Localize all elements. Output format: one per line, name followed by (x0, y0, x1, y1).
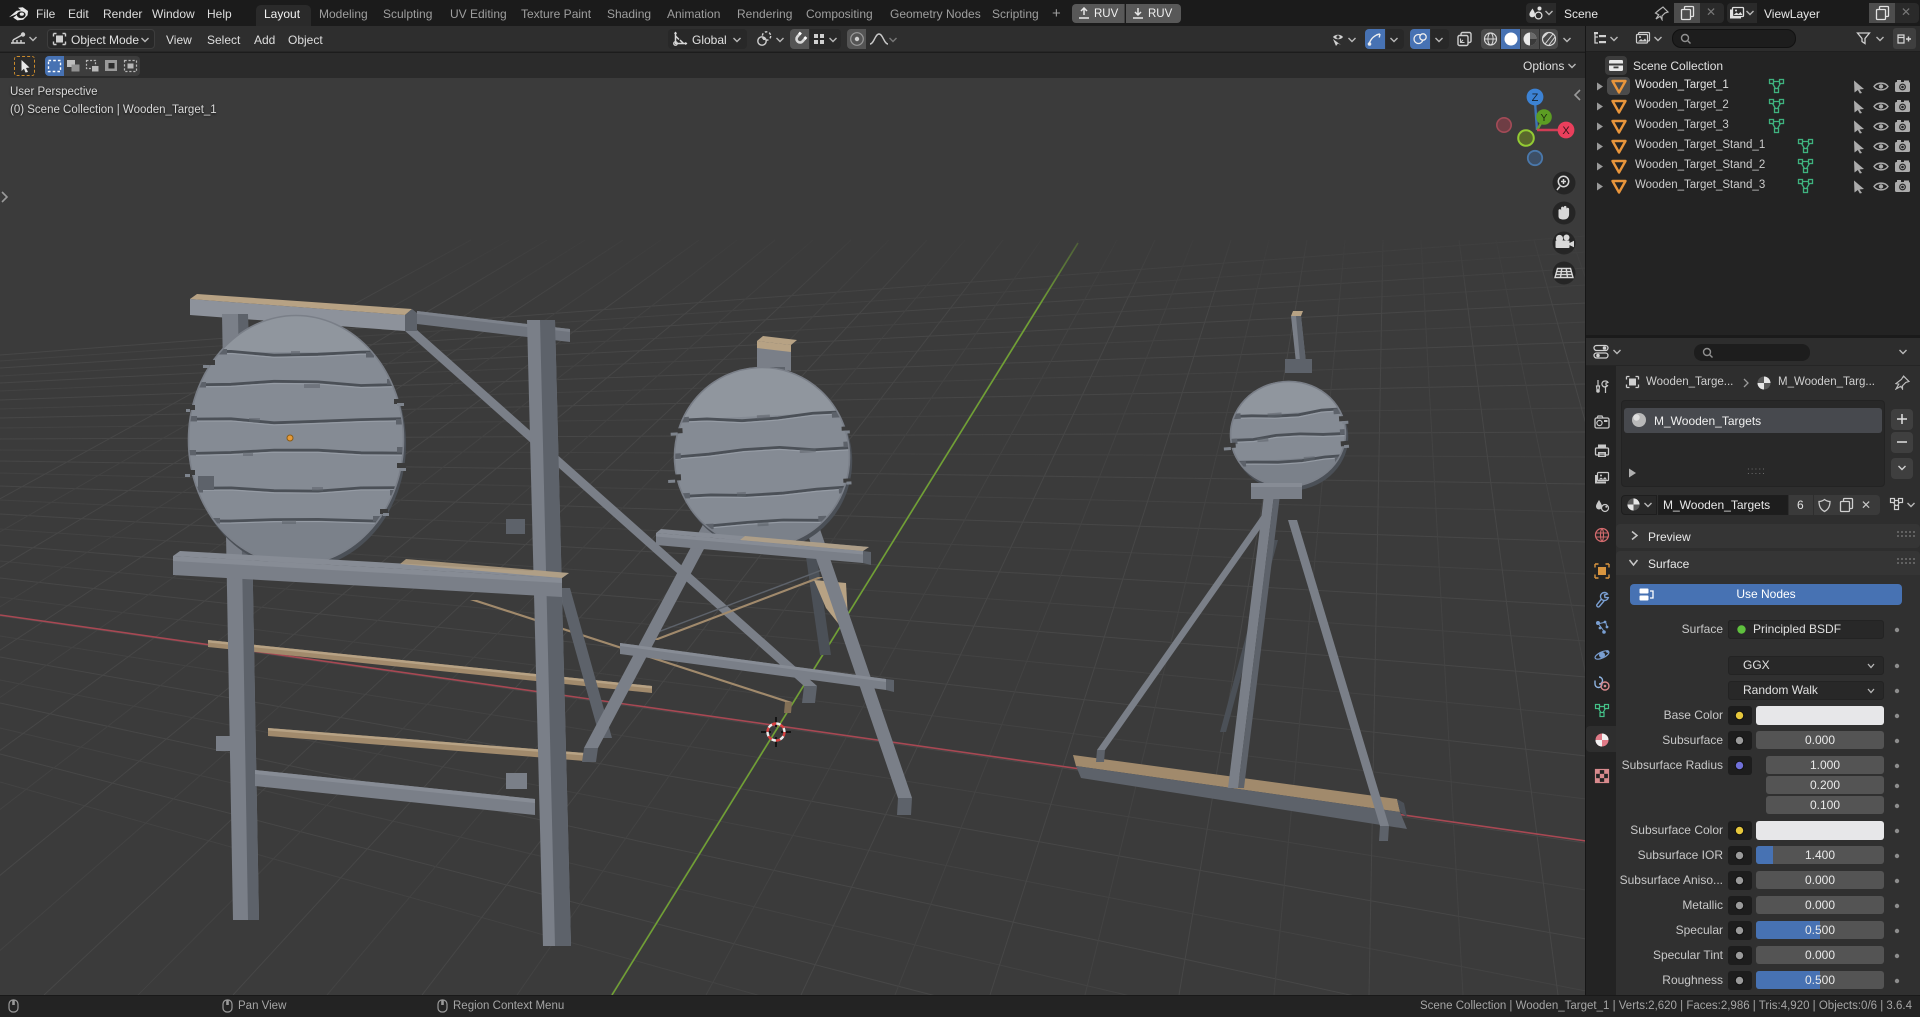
svg-text:X: X (1562, 125, 1570, 137)
svg-text:Y: Y (1540, 112, 1547, 124)
svg-text:Z: Z (1532, 92, 1539, 104)
